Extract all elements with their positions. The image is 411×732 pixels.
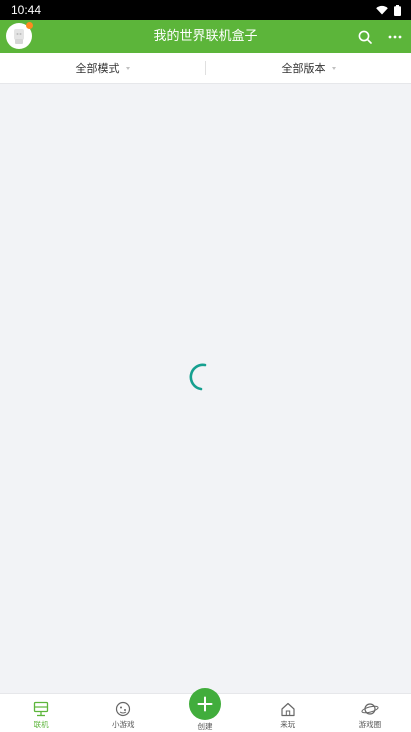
- status-bar: 10:44: [0, 0, 411, 20]
- search-icon: [358, 30, 372, 44]
- nav-item-multiplayer[interactable]: 联机: [0, 694, 82, 732]
- loading-spinner-icon: [189, 362, 213, 396]
- app-bar: 我的世界联机盒子: [0, 20, 411, 53]
- caret-down-icon: [331, 66, 336, 70]
- nav-label: 联机: [33, 720, 49, 729]
- nav-item-game-circle[interactable]: 游戏圈: [329, 694, 411, 732]
- home-icon: [281, 702, 295, 717]
- battery-icon: [394, 4, 401, 16]
- nav-label: 小游戏: [112, 720, 135, 729]
- filter-version-label: 全部版本: [281, 62, 326, 75]
- nav-item-mini-games[interactable]: 小游戏: [82, 694, 164, 732]
- plus-icon: [197, 696, 213, 712]
- filter-version-dropdown[interactable]: 全部版本: [206, 53, 411, 83]
- create-button[interactable]: [189, 688, 221, 720]
- wifi-icon: [376, 5, 388, 15]
- page-title: 我的世界联机盒子: [153, 29, 258, 44]
- more-button[interactable]: [385, 27, 405, 47]
- nav-item-play[interactable]: 来玩: [247, 694, 329, 732]
- search-button[interactable]: [355, 27, 375, 47]
- caret-down-icon: [125, 66, 130, 70]
- status-time: 10:44: [11, 3, 42, 17]
- planet-icon: [361, 703, 379, 715]
- nav-label: 游戏圈: [358, 720, 382, 729]
- nav-label: 来玩: [280, 720, 296, 729]
- multiplayer-icon: [33, 701, 49, 717]
- filter-mode-dropdown[interactable]: 全部模式: [0, 53, 205, 83]
- create-label: 创建: [197, 722, 213, 731]
- filter-mode-label: 全部模式: [75, 62, 120, 75]
- app-actions: [355, 20, 405, 53]
- status-icons: [376, 4, 401, 16]
- more-icon: [388, 35, 402, 38]
- mini-game-icon: [116, 701, 131, 717]
- filter-bar: 全部模式 全部版本: [0, 53, 411, 84]
